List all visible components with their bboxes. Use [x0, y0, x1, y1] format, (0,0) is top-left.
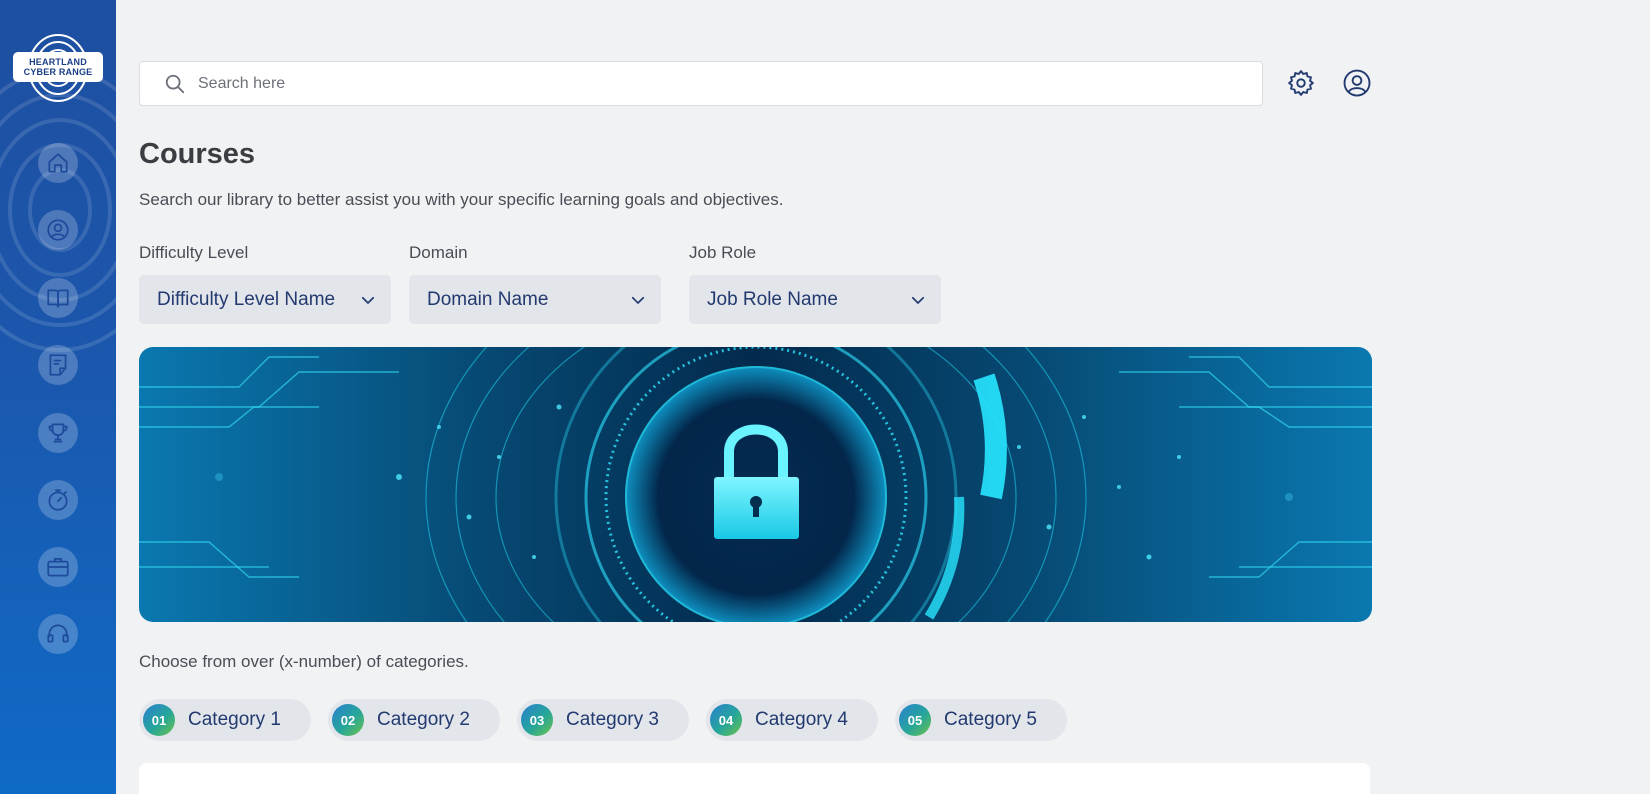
category-chip-2[interactable]: 02 Category 2 [328, 699, 500, 741]
page-title: Courses [139, 138, 256, 170]
sidebar-item-home[interactable] [38, 143, 78, 183]
category-number-badge: 05 [899, 704, 931, 736]
category-label: Category 5 [944, 709, 1037, 730]
job-role-select[interactable]: Job Role Name [689, 275, 941, 324]
sidebar-item-achievements[interactable] [38, 413, 78, 453]
stopwatch-icon [48, 489, 68, 511]
home-icon [48, 153, 68, 173]
categories-intro: Choose from over (x-number) of categorie… [139, 652, 469, 671]
search-bar[interactable] [139, 61, 1263, 106]
hero-banner [139, 347, 1372, 622]
sidebar-item-profile[interactable] [38, 210, 78, 250]
search-input[interactable] [198, 74, 1262, 93]
category-chip-1[interactable]: 01 Category 1 [139, 699, 311, 741]
category-number-badge: 02 [332, 704, 364, 736]
filter-label-domain: Domain [409, 243, 468, 262]
search-icon [165, 74, 185, 93]
chevron-down-icon [911, 296, 925, 304]
logo[interactable]: HEARTLAND CYBER RANGE [12, 30, 104, 102]
brand-line1: HEARTLAND [29, 57, 87, 67]
logo-badge: HEARTLAND CYBER RANGE [13, 52, 103, 82]
headset-icon [47, 624, 69, 643]
gear-icon[interactable] [1286, 68, 1316, 98]
sidebar-item-courses[interactable] [38, 278, 78, 318]
domain-select-value: Domain Name [427, 288, 549, 310]
sidebar: HEARTLAND CYBER RANGE [0, 0, 116, 794]
difficulty-select-value: Difficulty Level Name [157, 288, 336, 310]
briefcase-icon [47, 558, 69, 577]
user-account-icon[interactable] [1342, 68, 1372, 98]
domain-select[interactable]: Domain Name [409, 275, 661, 324]
sidebar-item-support[interactable] [38, 614, 78, 654]
sidebar-item-timer[interactable] [38, 480, 78, 520]
chevron-down-icon [631, 296, 645, 304]
book-icon [47, 289, 69, 308]
course-card-peek [139, 763, 1370, 794]
job-role-select-value: Job Role Name [707, 288, 838, 310]
difficulty-select[interactable]: Difficulty Level Name [139, 275, 391, 324]
category-label: Category 1 [188, 709, 281, 730]
category-number-badge: 03 [521, 704, 553, 736]
sidebar-item-documents[interactable] [38, 345, 78, 385]
category-number-badge: 04 [710, 704, 742, 736]
category-label: Category 3 [566, 709, 659, 730]
chevron-down-icon [361, 296, 375, 304]
page-subtitle: Search our library to better assist you … [139, 190, 784, 209]
cybersecurity-banner-image [139, 347, 1372, 622]
category-label: Category 4 [755, 709, 848, 730]
sidebar-item-jobs[interactable] [38, 547, 78, 587]
category-chip-4[interactable]: 04 Category 4 [706, 699, 878, 741]
document-icon [49, 354, 67, 376]
filter-label-difficulty: Difficulty Level [139, 243, 249, 262]
brand-line2: CYBER RANGE [23, 67, 93, 77]
trophy-icon [48, 423, 68, 443]
category-number-badge: 01 [143, 704, 175, 736]
category-label: Category 2 [377, 709, 470, 730]
category-chip-3[interactable]: 03 Category 3 [517, 699, 689, 741]
category-chip-5[interactable]: 05 Category 5 [895, 699, 1067, 741]
filter-label-job-role: Job Role [689, 243, 757, 262]
user-icon [47, 219, 69, 241]
